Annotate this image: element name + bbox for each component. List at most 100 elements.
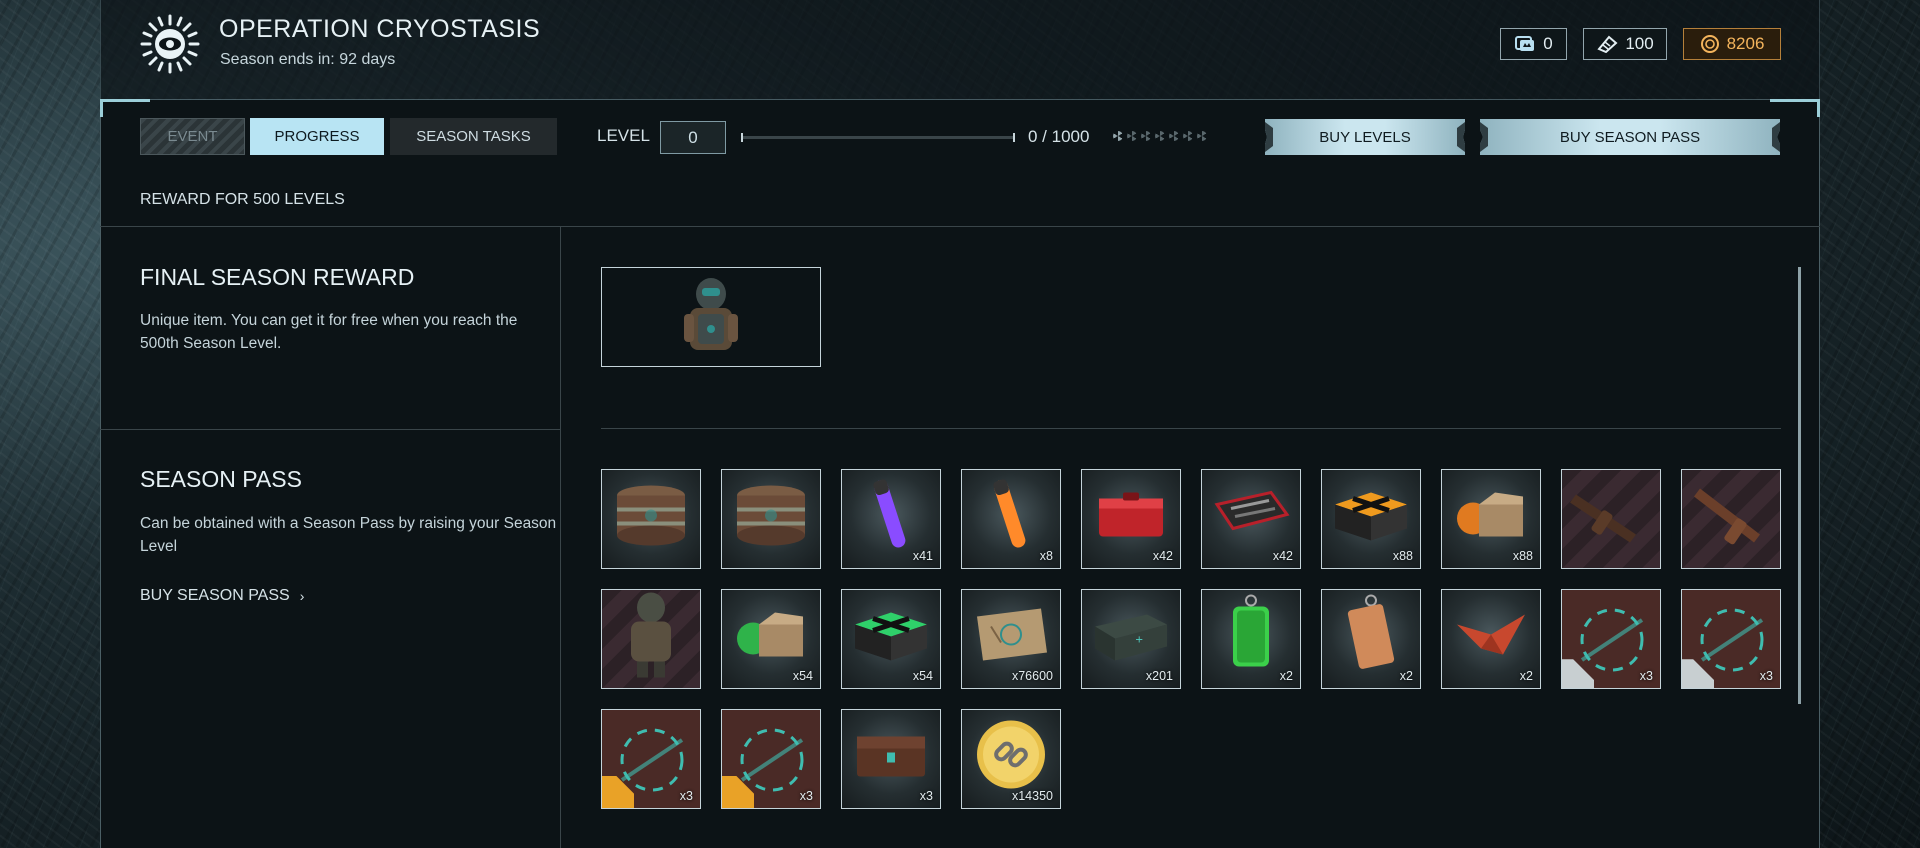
reward-levels-header: REWARD FOR 500 LEVELS [140,191,345,208]
season-title: OPERATION CRYOSTASIS [219,15,541,43]
radiation-icon [1169,131,1179,141]
reward-quantity: x201 [1145,669,1173,683]
buy-levels-button[interactable]: BUY LEVELS [1265,119,1465,155]
reward-item[interactable]: x2 [1441,589,1541,689]
buy-season-pass-button[interactable]: BUY SEASON PASS [1480,119,1780,155]
season-pass-description: Can be obtained with a Season Pass by ra… [140,515,557,555]
ammo-crate-icon: + [1091,605,1171,670]
green-box-icon [731,605,811,670]
reward-item[interactable] [721,469,821,569]
reward-item[interactable]: x54 [721,589,821,689]
gold-currency: 8206 [1683,28,1781,60]
progress-cap [1013,133,1015,142]
rifle-skin-icon [1566,475,1656,560]
reward-quantity: x54 [912,669,933,683]
reward-item[interactable]: x2 [1321,589,1421,689]
reward-item[interactable]: x76600 [961,589,1061,689]
season-eye-logo-icon [140,14,200,74]
level-progress-text: 0 / 1000 [1028,127,1090,146]
radiation-icon [1155,131,1165,141]
reward-quantity: x2 [1279,669,1293,683]
reward-item[interactable]: x54 [841,589,941,689]
green-tag-icon [1221,593,1281,682]
reward-quantity: x2 [1519,669,1533,683]
panel-corner [1770,99,1820,102]
reward-quantity: x3 [799,789,813,803]
map-icon [971,603,1051,672]
reward-quantity: x54 [792,669,813,683]
reward-item[interactable]: x41 [841,469,941,569]
tab-event[interactable]: EVENT [140,118,245,155]
radiation-icon [1197,131,1207,141]
reward-item[interactable]: x8 [961,469,1061,569]
reward-item[interactable]: x3 [1681,589,1781,689]
panel-corner [100,99,103,117]
tickets-value: 100 [1625,34,1654,53]
armor-suit-icon [684,278,738,350]
orange-box-icon [1451,485,1531,550]
reward-item[interactable]: x3 [841,709,941,809]
ticket-icon [1597,35,1618,53]
reward-item[interactable]: x2 [1201,589,1301,689]
radiation-icon [1141,131,1151,141]
buy-season-pass-link[interactable]: BUY SEASON PASS › [140,587,304,605]
gold-chain-coin-icon [973,717,1049,798]
reward-quantity: x42 [1272,549,1293,563]
reward-quantity: x3 [1639,669,1653,683]
shotgun-skin-icon [1686,475,1776,560]
reward-item[interactable]: x88 [1441,469,1541,569]
rewards-grid: x41 x8 x42 x42 x88 x88 x54 x54 x76600 + x201 x2 x2 x2… [601,469,1781,809]
crate-round-icon [731,480,811,555]
season-pass-title: SEASON PASS [140,466,302,492]
reward-quantity: x8 [1039,549,1053,563]
reward-item[interactable] [1561,469,1661,569]
svg-text:+: + [1135,635,1143,646]
crowns-icon [1515,36,1535,51]
reward-item[interactable]: x3 [721,709,821,809]
red-case-icon [1093,485,1169,550]
divider [601,428,1781,429]
reward-item[interactable]: x14350 [961,709,1061,809]
reward-quantity: x41 [912,549,933,563]
green-x-box-icon [851,605,931,670]
column-divider [560,226,561,848]
chest-icon [851,725,931,790]
tab-progress[interactable]: PROGRESS [250,118,384,155]
reward-item[interactable] [601,469,701,569]
tab-season-tasks[interactable]: SEASON TASKS [390,118,557,155]
reward-item[interactable]: x42 [1201,469,1301,569]
radiation-icon [1183,131,1193,141]
tool-kit-icon [1211,485,1291,550]
reward-quantity: x42 [1152,549,1173,563]
orange-x-box-icon [1331,485,1411,550]
final-reward-title: FINAL SEASON REWARD [140,264,415,290]
gold-coin-icon [1700,35,1719,53]
reward-quantity: x3 [1759,669,1773,683]
divider [100,226,1820,227]
level-progress-bar [741,133,1015,142]
orange-tag-icon [1341,593,1401,682]
level-value-box: 0 [660,121,726,154]
reward-item[interactable]: x3 [601,709,701,809]
reward-item[interactable] [601,589,701,689]
armor-suit-icon [619,590,683,685]
reward-quantity: x3 [919,789,933,803]
final-reward-description: Unique item. You can get it for free whe… [140,312,518,352]
crowns-currency: 0 [1500,28,1567,60]
reward-item[interactable] [1681,469,1781,569]
final-reward-item[interactable] [601,267,821,367]
reward-item[interactable]: + x201 [1081,589,1181,689]
reward-item[interactable]: x3 [1561,589,1661,689]
panel-corner [1817,99,1820,117]
reward-quantity: x88 [1392,549,1413,563]
reward-quantity: x14350 [1011,789,1053,803]
purple-glowstick-icon [861,475,921,560]
reward-item[interactable]: x88 [1321,469,1421,569]
panel-corner [100,99,150,102]
crate-round-icon [611,480,691,555]
orange-glowstick-icon [981,475,1041,560]
reward-item[interactable]: x42 [1081,469,1181,569]
divider [100,429,560,430]
scrollbar[interactable] [1798,267,1801,704]
radiation-icon [1113,131,1123,141]
